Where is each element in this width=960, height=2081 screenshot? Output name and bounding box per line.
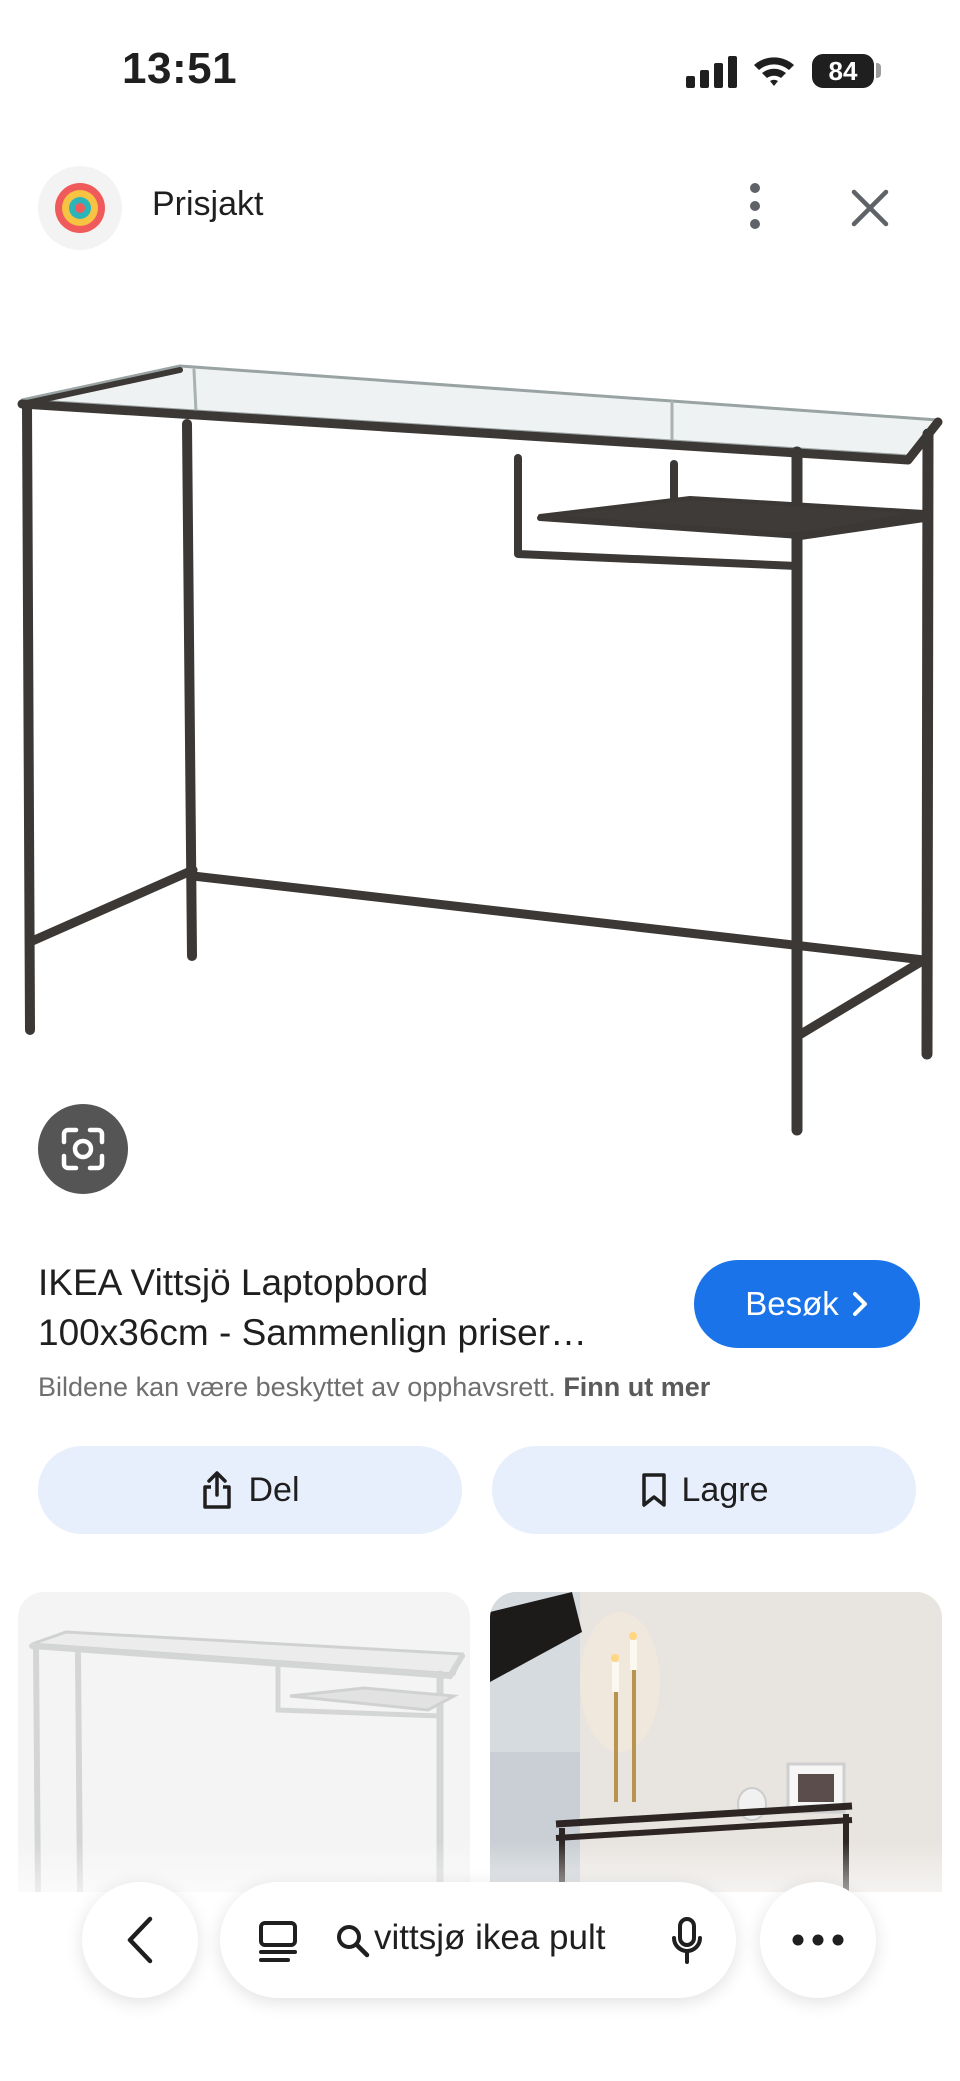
chevron-right-icon — [852, 1292, 867, 1316]
battery-cap — [876, 63, 881, 78]
save-button[interactable]: Lagre — [492, 1446, 916, 1534]
search-bar[interactable]: vittsjø ikea pult — [220, 1882, 736, 1998]
share-button-label: Del — [248, 1470, 300, 1509]
back-icon — [127, 1916, 153, 1964]
wifi-icon — [754, 57, 794, 86]
status-time: 13:51 — [122, 44, 238, 93]
search-icon — [337, 1925, 370, 1958]
result-title-line-1: IKEA Vittsjö Laptopbord — [38, 1262, 429, 1303]
battery-icon: 84 — [812, 54, 874, 88]
product-image[interactable] — [0, 330, 960, 1190]
visit-button-label: Besøk — [745, 1285, 839, 1322]
share-icon — [203, 1471, 232, 1509]
bookmark-icon — [641, 1473, 666, 1507]
save-button-label: Lagre — [681, 1470, 769, 1509]
visit-button[interactable]: Besøk — [694, 1260, 920, 1348]
copyright-text: Bildene kan være beskyttet av opphavsret… — [38, 1372, 556, 1402]
signal-icon — [686, 56, 737, 88]
more-vert-icon[interactable] — [736, 180, 774, 232]
result-title[interactable]: IKEA Vittsjö Laptopbord 100x36cm - Samme… — [38, 1258, 658, 1358]
tabs-icon[interactable] — [258, 1920, 298, 1962]
search-query[interactable]: vittsjø ikea pult — [374, 1918, 605, 1958]
share-button[interactable]: Del — [38, 1446, 462, 1534]
result-title-line-2: 100x36cm - Sammenlign priser… — [38, 1312, 588, 1353]
more-horiz-icon — [792, 1934, 844, 1946]
more-options-button[interactable] — [760, 1882, 876, 1998]
back-button[interactable] — [82, 1882, 198, 1998]
copyright-notice: Bildene kan være beskyttet av opphavsret… — [38, 1372, 710, 1403]
mic-icon[interactable] — [670, 1916, 704, 1966]
close-icon[interactable] — [846, 184, 894, 232]
learn-more-link[interactable]: Finn ut mer — [563, 1372, 710, 1402]
prisjakt-logo[interactable] — [38, 166, 122, 250]
google-lens-icon[interactable] — [38, 1104, 128, 1194]
source-name[interactable]: Prisjakt — [152, 185, 263, 224]
